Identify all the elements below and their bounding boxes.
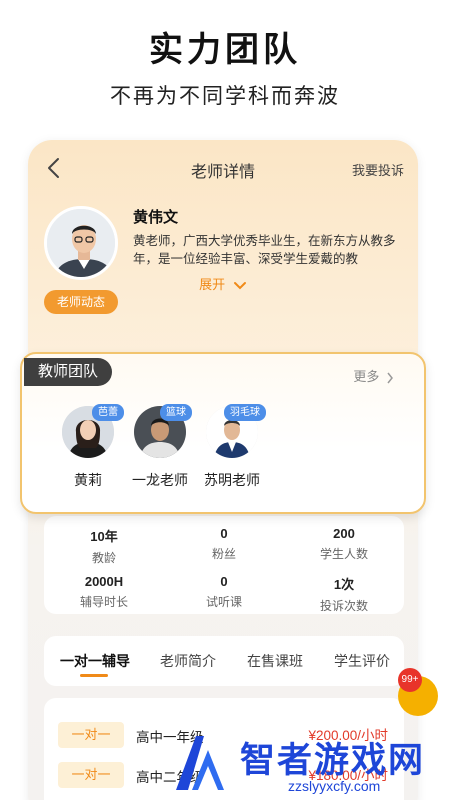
notification-badge[interactable]: 99+ [398, 668, 422, 692]
site-watermark: 智者游戏网 zzslyyxcfy.com [168, 732, 450, 800]
teacher-dynamics-button[interactable]: 老师动态 [44, 290, 118, 314]
stat-label: 投诉次数 [319, 599, 368, 613]
tab-bar: 一对一辅导 老师简介 在售课班 学生评价 [44, 636, 404, 686]
stat-value: 2000H [84, 574, 124, 589]
expand-button[interactable]: 展开 [28, 274, 418, 293]
member-badge: 芭蕾 [92, 404, 124, 421]
watermark-text: 智者游戏网 [240, 741, 426, 780]
nav-bar: 老师详情 我要投诉 [28, 140, 418, 198]
tab-courses-on-sale[interactable]: 在售课班 [247, 651, 303, 671]
stats-panel: 10年 教龄 0 粉丝 200 学生人数 2000H 辅导时长 0 试听课 1次… [44, 516, 404, 614]
stat-teaching-years: 10年 教龄 [44, 526, 164, 566]
expand-label: 展开 [199, 277, 226, 292]
teacher-description: 黄老师，广西大学优秀毕业生，在新东方从教多年，是一位经验丰富、深受学生爱戴的教 [133, 234, 396, 266]
stat-value: 10年 [90, 529, 118, 544]
hero-title: 实力团队 [149, 31, 301, 69]
stat-value: 1次 [333, 577, 355, 592]
teacher-team-card: 教师团队 更多 芭蕾 黄莉 篮球 一龙老师 羽毛球 苏明老师 [20, 352, 426, 514]
stat-value: 200 [333, 526, 355, 541]
lesson-type-tag: 一对一 [58, 722, 124, 748]
stat-label: 学生人数 [319, 547, 368, 561]
stat-label: 辅导时长 [79, 595, 128, 609]
more-button[interactable]: 更多 [353, 366, 394, 385]
stat-value: 0 [220, 574, 228, 589]
teacher-avatar[interactable] [44, 206, 118, 280]
team-tag: 教师团队 [24, 358, 113, 386]
stat-value: 0 [220, 526, 228, 541]
stat-label: 试听课 [205, 595, 242, 609]
stat-tutoring-hours: 2000H 辅导时长 [44, 574, 164, 610]
member-name: 苏明老师 [204, 472, 260, 488]
tab-one-on-one[interactable]: 一对一辅导 [60, 651, 130, 671]
member-badge: 羽毛球 [224, 404, 266, 421]
member-name: 黄莉 [74, 472, 102, 488]
stat-fans: 0 粉丝 [164, 526, 284, 562]
lesson-type-tag: 一对一 [58, 762, 124, 788]
chevron-down-icon [229, 277, 247, 292]
more-label: 更多 [353, 369, 380, 384]
report-button[interactable]: 我要投诉 [352, 160, 404, 179]
teacher-name: 黄伟文 [133, 209, 179, 226]
tab-student-reviews[interactable]: 学生评价 [334, 651, 390, 671]
stat-trial-lessons: 0 试听课 [164, 574, 284, 610]
hero-subtitle: 不再为不同学科而奔波 [110, 85, 340, 108]
active-tab-indicator [80, 674, 108, 677]
stat-students: 200 学生人数 [284, 526, 404, 562]
stat-label: 教龄 [91, 551, 116, 565]
watermark-logo-icon [168, 732, 230, 794]
member-badge: 篮球 [160, 404, 192, 421]
stat-complaints: 1次 投诉次数 [284, 574, 404, 614]
chevron-right-icon [383, 369, 394, 384]
watermark-url: zzslyyxcfy.com [288, 778, 381, 794]
stat-label: 粉丝 [211, 547, 236, 561]
member-name: 一龙老师 [132, 472, 188, 488]
tab-teacher-intro[interactable]: 老师简介 [160, 651, 216, 671]
